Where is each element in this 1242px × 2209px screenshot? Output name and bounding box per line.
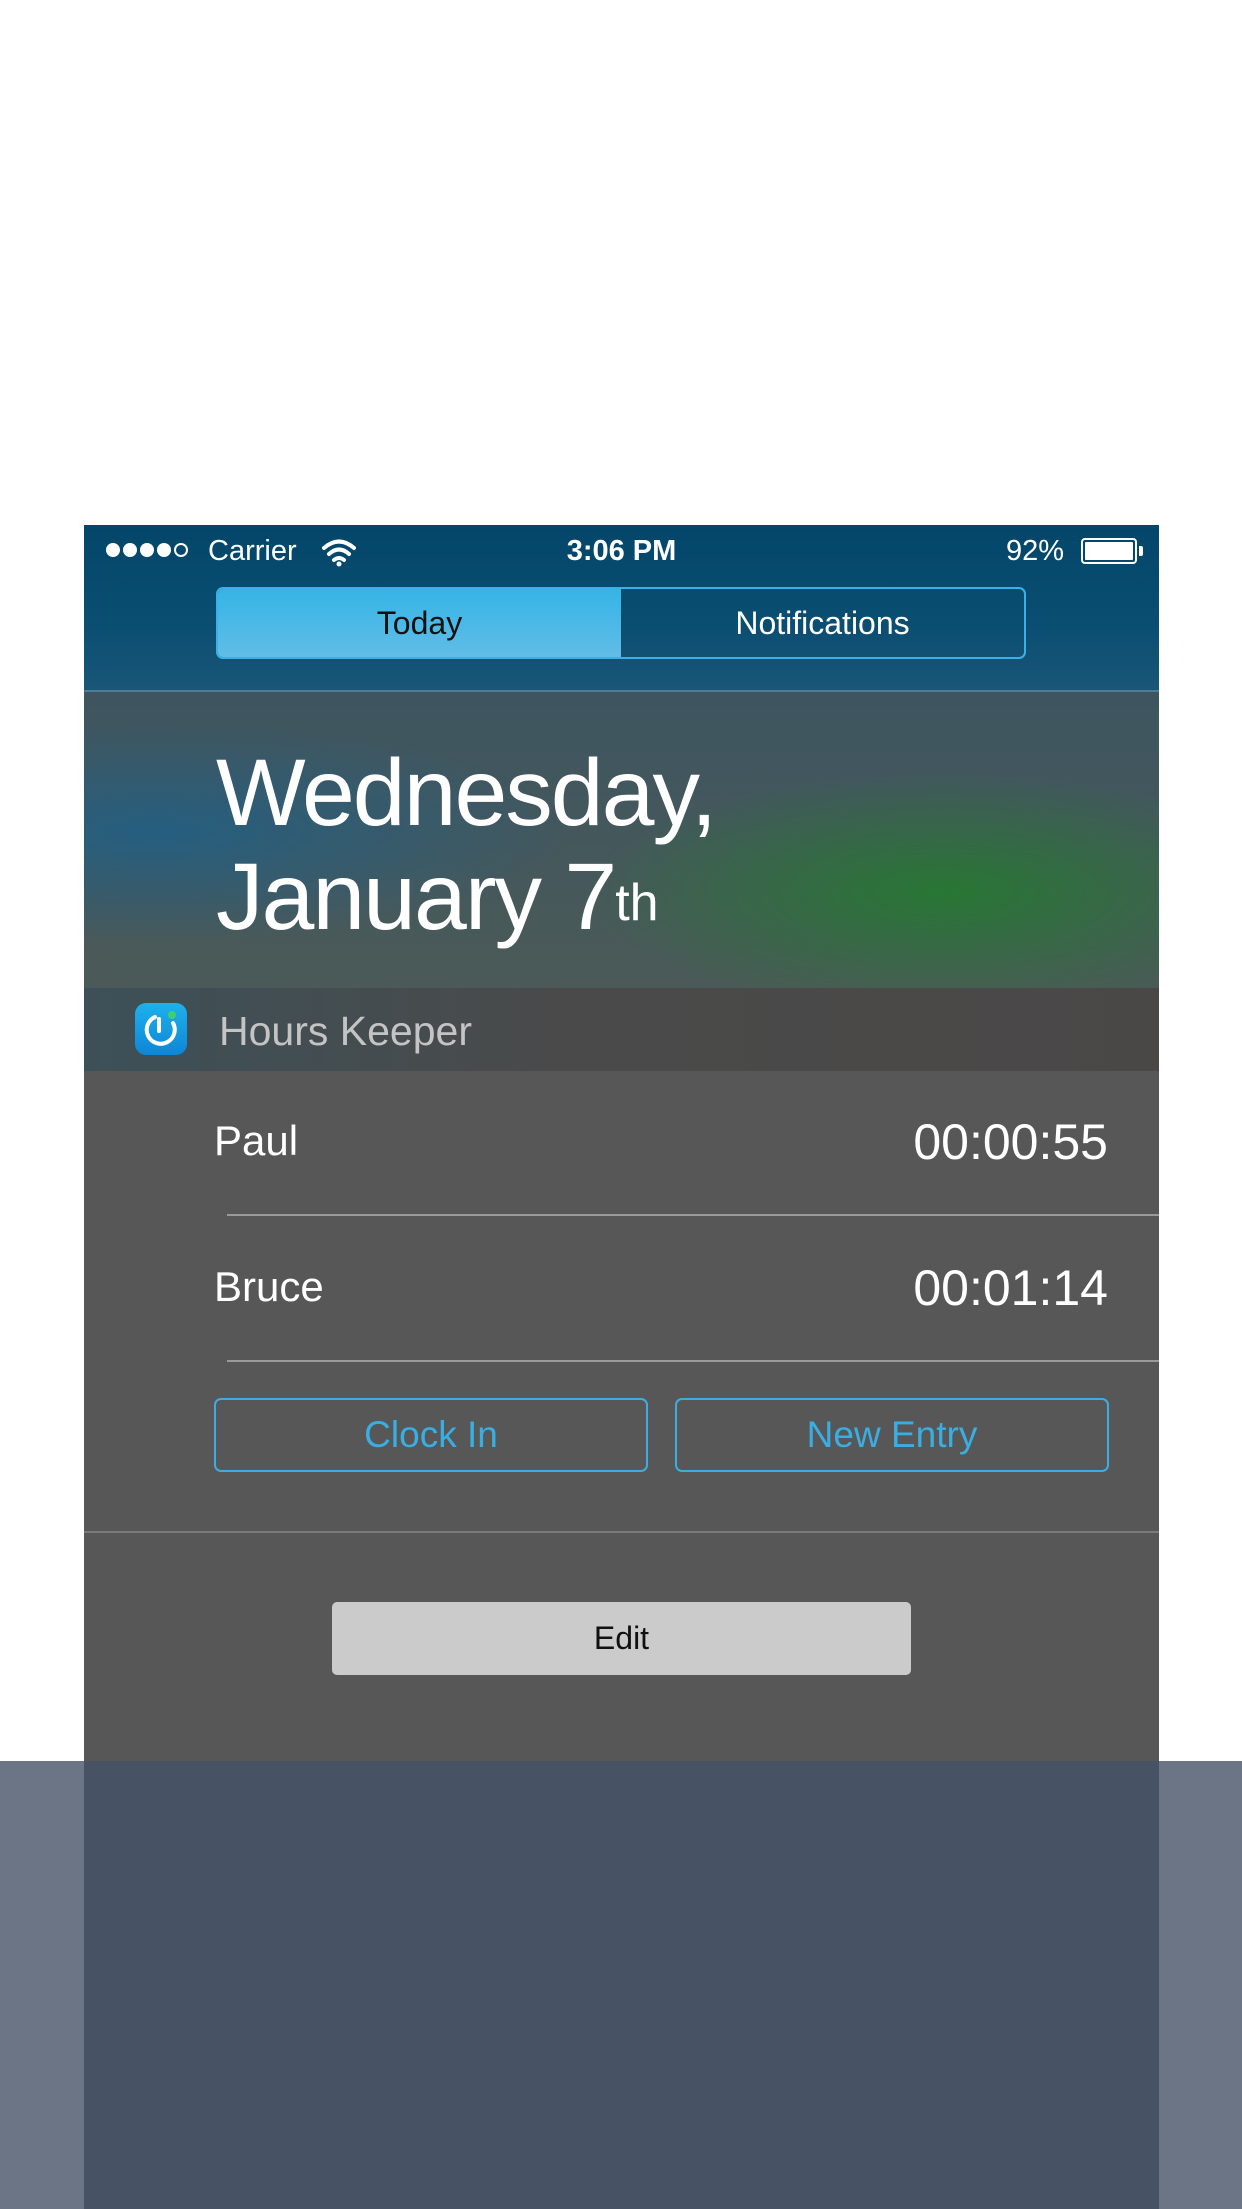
date-ordinal-suffix: th — [615, 874, 659, 932]
lower-panel — [84, 1761, 1159, 2209]
clock-time: 3:06 PM — [566, 535, 677, 567]
timer-name-paul: Paul — [214, 1117, 299, 1164]
date-header: Wednesday, January 7th — [84, 692, 1159, 988]
stopwatch-icon — [135, 1003, 187, 1055]
battery-percent: 92% — [1006, 535, 1065, 567]
timer-name-bruce: Bruce — [214, 1263, 324, 1310]
segmented-control: Today Notifications — [216, 587, 1026, 659]
header: Carrier 3:06 PM 92% Today Notifications — [84, 525, 1159, 691]
stopwatch-glyph — [144, 1011, 177, 1046]
status-bar: Carrier 3:06 PM 92% — [84, 525, 1159, 579]
tab-today[interactable]: Today — [218, 589, 621, 657]
section-divider — [84, 1531, 1159, 1533]
date-day: January 7th — [216, 847, 659, 947]
battery-icon — [1081, 538, 1137, 564]
row-divider — [227, 1360, 1159, 1362]
battery-nub — [1139, 546, 1143, 556]
edit-button[interactable]: Edit — [332, 1602, 911, 1675]
row-divider — [227, 1214, 1159, 1216]
tab-notifications[interactable]: Notifications — [621, 589, 1024, 657]
clock-in-button[interactable]: Clock In — [214, 1398, 648, 1472]
timer-value-paul: 00:00:55 — [913, 1114, 1108, 1170]
timer-value-bruce: 00:01:14 — [913, 1260, 1108, 1316]
date-weekday: Wednesday, — [216, 740, 717, 846]
widget-header[interactable]: Hours Keeper — [84, 988, 1159, 1071]
widget-title: Hours Keeper — [219, 1008, 472, 1054]
notification-center: Carrier 3:06 PM 92% Today Notifications … — [84, 525, 1159, 2209]
new-entry-button[interactable]: New Entry — [675, 1398, 1109, 1472]
battery-level — [1085, 542, 1133, 560]
date-month-day: January 7 — [216, 844, 617, 950]
